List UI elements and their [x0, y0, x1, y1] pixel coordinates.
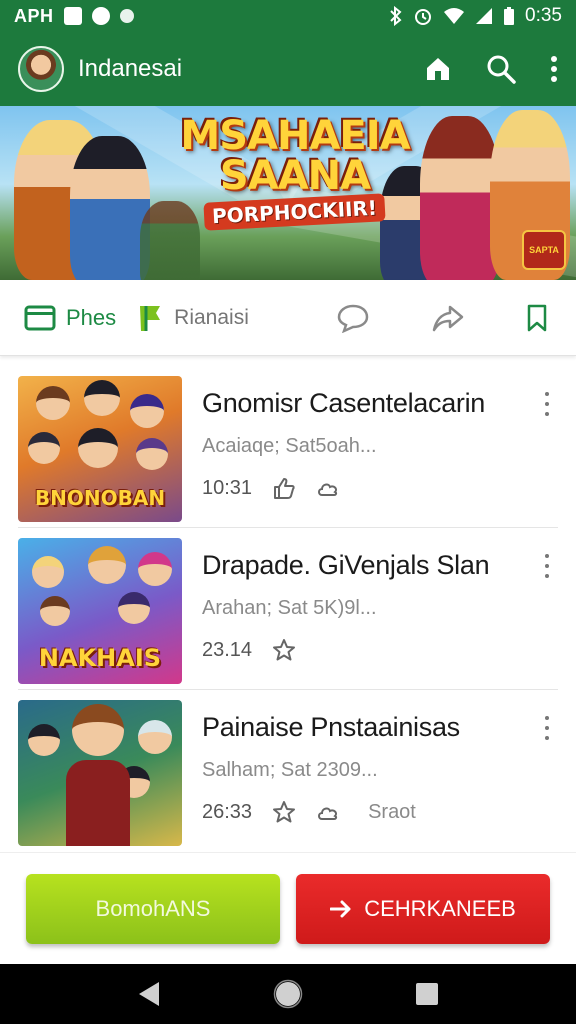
thumbnail-character	[118, 592, 150, 624]
thumbnail-character	[28, 432, 60, 464]
banner-title-line1: MSAHAEIA	[180, 113, 410, 159]
hero-banner[interactable]: MSAHAEIA SAANA PORPHOCKIIR! SAPTA	[0, 106, 576, 280]
secondary-button[interactable]: CEHRKANEEB	[296, 873, 550, 944]
status-right: 0:35	[389, 5, 562, 27]
item-meta: 26:33 Sraot	[202, 800, 558, 824]
cloud-icon[interactable]	[316, 802, 340, 822]
item-title[interactable]: Gnomisr Casentelacarin	[202, 388, 558, 419]
more-vert-icon[interactable]	[550, 55, 558, 83]
share-icon[interactable]	[432, 303, 464, 333]
home-icon[interactable]	[424, 55, 452, 83]
tab-label-phes: Phes	[66, 304, 117, 330]
status-time: 0:35	[525, 5, 562, 26]
thumbnail: NAKHAIS	[18, 538, 182, 684]
chat-bubble-icon[interactable]	[336, 303, 370, 333]
item-subtitle: Arahan; Sat 5K)9l...	[202, 597, 377, 619]
list-item[interactable]: NAKHAIS Drapade. GiVenjals Slan Arahan; …	[18, 528, 558, 690]
wifi-icon	[444, 8, 465, 24]
primary-button[interactable]: BomohANS	[26, 873, 280, 944]
thumbnail-character	[36, 386, 70, 420]
flag-icon	[140, 305, 161, 331]
app-title: Indanesai	[78, 55, 183, 82]
item-title[interactable]: Drapade. GiVenjals Slan	[202, 550, 558, 581]
thumbnail-character	[28, 724, 60, 756]
thumbnail-character	[130, 394, 164, 428]
signal-icon	[476, 8, 493, 24]
system-nav-bar	[0, 964, 576, 1024]
tablet-icon	[24, 305, 56, 330]
screen: APH 0:35 Indanesai MSAHAEIA SAANA PORPHO…	[0, 0, 576, 1024]
thumbs-up-icon[interactable]	[272, 476, 296, 500]
item-body: Drapade. GiVenjals Slan Arahan; Sat 5K)9…	[182, 538, 558, 662]
thumbnail-character	[72, 704, 124, 756]
carrier-label: APH	[14, 5, 54, 26]
cloud-icon[interactable]	[316, 478, 340, 498]
thumbnail-label: NAKHAIS	[38, 644, 162, 672]
tab-label-rianaisi: Rianaisi	[174, 305, 249, 329]
thumbnail-character	[136, 438, 168, 470]
secondary-button-label: CEHRKANEEB	[364, 895, 516, 921]
bookmark-icon[interactable]	[526, 303, 548, 333]
app-actions	[424, 54, 558, 84]
tab-strip: Phes Rianaisi	[0, 280, 576, 356]
item-meta: 10:31	[202, 476, 558, 500]
item-subtitle: Acaiaqe; Sat5oah...	[202, 435, 377, 457]
app-bar: Indanesai	[0, 32, 576, 106]
item-time: 10:31	[202, 476, 253, 499]
sync-icon	[119, 9, 134, 23]
banner-subtitle: PORPHOCKIIR!	[203, 193, 387, 231]
thumbnail	[18, 700, 182, 846]
arrow-right-icon	[330, 900, 351, 917]
item-menu-button[interactable]	[540, 554, 554, 578]
item-menu-button[interactable]	[540, 392, 554, 416]
qr-icon	[63, 7, 82, 25]
status-bar: APH 0:35	[0, 0, 576, 32]
thumbnail-character	[88, 546, 126, 584]
item-time: 26:33	[202, 800, 253, 823]
video-list: BNONOBAN Gnomisr Casentelacarin Acaiaqe;…	[0, 366, 576, 852]
thumbnail-character-body	[66, 760, 130, 846]
home-circle-icon[interactable]	[273, 979, 303, 1009]
recents-icon[interactable]	[414, 981, 440, 1007]
thumbnail-character	[84, 380, 120, 416]
star-icon[interactable]	[272, 800, 296, 824]
banner-character	[70, 136, 150, 280]
item-subtitle: Salham; Sat 2309...	[202, 759, 378, 781]
button-bar: BomohANS CEHRKANEEB	[0, 852, 576, 964]
item-time: 23.14	[202, 638, 253, 661]
banner-title-block: MSAHAEIA SAANA PORPHOCKIIR!	[170, 113, 420, 231]
alarm-icon	[415, 9, 432, 25]
tab-phes[interactable]: Phes	[24, 304, 116, 332]
location-icon	[91, 7, 110, 25]
thumbnail-character	[138, 552, 172, 586]
avatar[interactable]	[18, 46, 64, 92]
status-left: APH	[14, 6, 134, 27]
thumbnail-character	[78, 428, 118, 468]
item-menu-button[interactable]	[540, 716, 554, 740]
banner-badge: SAPTA	[522, 230, 566, 270]
banner-title-line2: SAANA	[219, 153, 371, 199]
list-item[interactable]: BNONOBAN Gnomisr Casentelacarin Acaiaqe;…	[18, 366, 558, 528]
item-body: Painaise Pnstaainisas Salham; Sat 2309..…	[182, 700, 558, 824]
list-item[interactable]: Painaise Pnstaainisas Salham; Sat 2309..…	[18, 690, 558, 852]
thumbnail: BNONOBAN	[18, 376, 182, 522]
tab-rianaisi[interactable]: Rianaisi	[136, 303, 249, 333]
tab-actions	[336, 303, 552, 333]
bluetooth-icon	[390, 6, 402, 26]
thumbnail-character	[138, 720, 172, 754]
search-icon[interactable]	[486, 54, 516, 84]
star-icon[interactable]	[272, 638, 296, 662]
back-icon[interactable]	[136, 980, 162, 1008]
banner-character	[420, 116, 500, 280]
thumbnail-character	[40, 596, 70, 626]
item-meta: 23.14	[202, 638, 558, 662]
thumbnail-character	[32, 556, 64, 588]
battery-icon	[504, 7, 515, 25]
item-body: Gnomisr Casentelacarin Acaiaqe; Sat5oah.…	[182, 376, 558, 500]
item-title[interactable]: Painaise Pnstaainisas	[202, 712, 558, 743]
item-extra-label: Sraot	[368, 800, 416, 823]
thumbnail-label: BNONOBAN	[34, 486, 166, 510]
